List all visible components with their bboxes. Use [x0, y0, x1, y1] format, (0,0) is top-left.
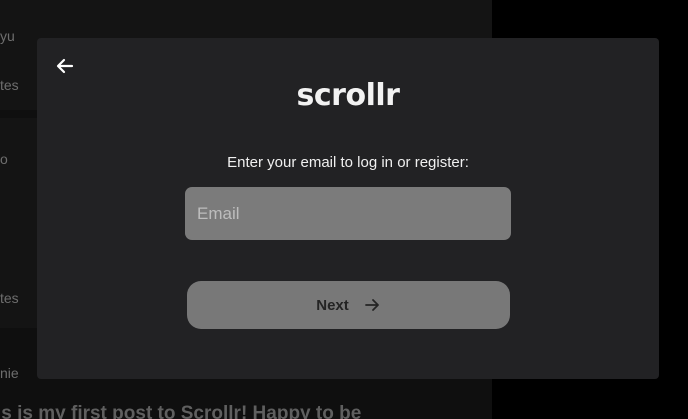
email-field[interactable] [185, 187, 511, 240]
feed-post-preview: is is my first post to Scrollr! Happy to… [0, 403, 362, 419]
feed-snippet: yu [0, 28, 15, 44]
login-prompt: Enter your email to log in or register: [227, 154, 469, 171]
arrow-right-icon [364, 299, 379, 311]
feed-snippet: o [0, 151, 8, 167]
next-button[interactable]: Next [187, 281, 510, 329]
back-button[interactable] [55, 56, 75, 76]
scrollr-logo: scrollr [296, 78, 400, 113]
feed-snippet: nie [0, 365, 19, 381]
arrow-left-icon [56, 58, 74, 74]
feed-snippet: tes [0, 77, 19, 93]
feed-snippet: tes [0, 290, 19, 306]
next-button-label: Next [316, 296, 349, 314]
login-modal: scrollr Enter your email to log in or re… [37, 38, 659, 379]
